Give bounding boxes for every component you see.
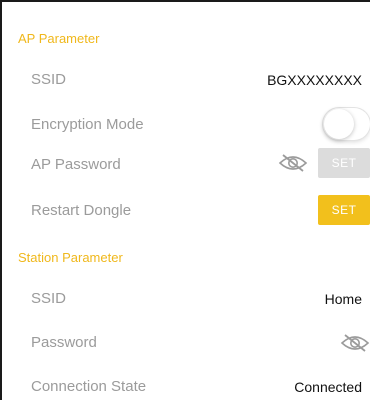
encryption-mode-label: Encryption Mode (31, 116, 144, 133)
restart-dongle-set-button[interactable]: SET (318, 195, 370, 225)
eye-off-icon[interactable] (340, 333, 370, 353)
station-password-label: Password (31, 334, 97, 351)
connection-state-value: Connected (294, 379, 362, 395)
ap-password-set-button[interactable]: SET (318, 148, 370, 178)
restart-dongle-label: Restart Dongle (31, 202, 132, 219)
ap-parameter-header: AP Parameter (18, 31, 100, 46)
station-ssid-label: SSID (31, 290, 67, 307)
toggle-knob (324, 109, 354, 139)
ap-password-label: AP Password (31, 156, 121, 173)
station-parameter-header: Station Parameter (18, 250, 123, 265)
ap-ssid-label: SSID (31, 71, 67, 88)
eye-off-icon[interactable] (278, 153, 308, 173)
connection-state-label: Connection State (31, 378, 147, 395)
station-ssid-value: Home (324, 291, 362, 307)
ap-ssid-value: BGXXXXXXXX (267, 72, 362, 88)
encryption-mode-toggle[interactable] (323, 108, 370, 140)
